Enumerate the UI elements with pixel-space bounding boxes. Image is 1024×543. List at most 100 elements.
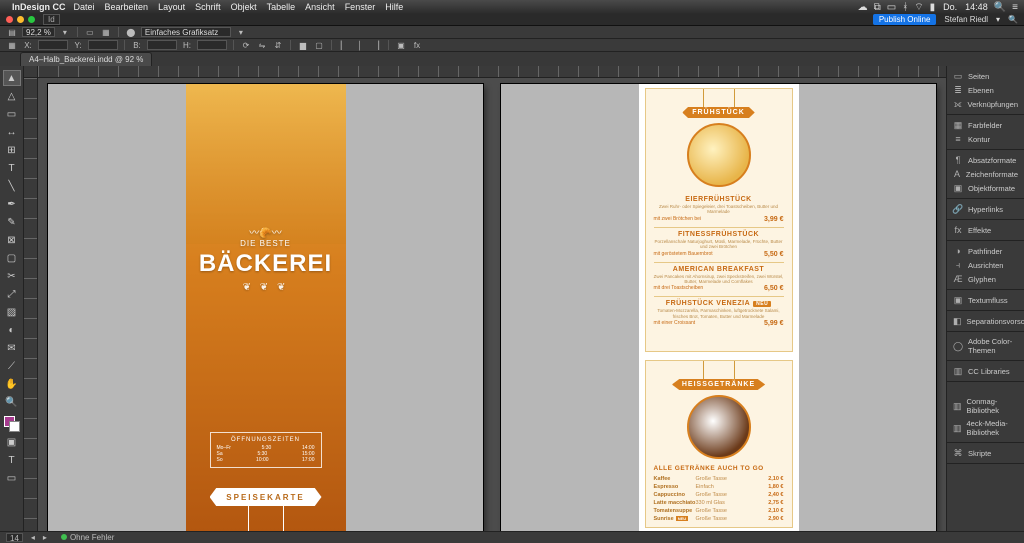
- scissors-tool[interactable]: ✂: [3, 268, 21, 284]
- arrange-icon[interactable]: ▦: [100, 27, 112, 37]
- panel-verknuepfungen[interactable]: ⟗Verknüpfungen: [947, 97, 1024, 111]
- document-tab[interactable]: A4–Halb_Backerei.indd @ 92 %: [20, 52, 152, 66]
- spotlight-icon[interactable]: 🔍: [994, 2, 1006, 13]
- direct-selection-tool[interactable]: △: [3, 88, 21, 104]
- pen-tool[interactable]: ✒: [3, 196, 21, 212]
- menubar-time[interactable]: 14:48: [965, 2, 988, 12]
- w-field[interactable]: [147, 40, 177, 50]
- chevron-down-icon[interactable]: ▾: [235, 27, 247, 37]
- page-tool[interactable]: ▭: [3, 106, 21, 122]
- panel-kontur[interactable]: ≡Kontur: [947, 132, 1024, 146]
- rectangle-frame-tool[interactable]: ⊠: [3, 232, 21, 248]
- content-collector-tool[interactable]: ⊞: [3, 142, 21, 158]
- menu-objekt[interactable]: Objekt: [231, 2, 257, 12]
- selection-tool[interactable]: ▲: [3, 70, 21, 86]
- publish-online-button[interactable]: Publish Online: [873, 14, 937, 25]
- panel-glyphen[interactable]: ÆGlyphen: [947, 272, 1024, 286]
- minimize-icon[interactable]: [17, 16, 24, 23]
- panel-cc-libraries[interactable]: ▥CC Libraries: [947, 364, 1024, 378]
- eyedropper-tool[interactable]: ⟋: [3, 358, 21, 374]
- menubar-day[interactable]: Do.: [943, 2, 957, 12]
- screen-mode-tool[interactable]: ▭: [3, 470, 21, 486]
- display-icon[interactable]: ▭: [887, 2, 896, 13]
- panel-hyperlinks[interactable]: 🔗Hyperlinks: [947, 202, 1024, 216]
- panel-ausrichten[interactable]: ⫞Ausrichten: [947, 258, 1024, 272]
- fill-stroke-swatch[interactable]: [4, 416, 20, 432]
- panel-ebenen[interactable]: ≣Ebenen: [947, 83, 1024, 97]
- app-name[interactable]: InDesign CC: [12, 2, 66, 12]
- help-icon[interactable]: ▾: [996, 15, 1000, 24]
- zoom-icon[interactable]: [28, 16, 35, 23]
- effects-icon[interactable]: fx: [411, 40, 423, 50]
- user-name[interactable]: Stefan Riedl: [944, 15, 988, 24]
- search-icon[interactable]: 🔍: [1008, 15, 1018, 24]
- stroke-icon[interactable]: ▢: [313, 40, 325, 50]
- chevron-down-icon[interactable]: ▾: [59, 27, 71, 37]
- battery-icon[interactable]: ▮: [930, 2, 936, 13]
- y-field[interactable]: [88, 40, 118, 50]
- menu-hilfe[interactable]: Hilfe: [385, 2, 403, 12]
- dropbox-icon[interactable]: ⧉: [874, 2, 881, 13]
- fill-icon[interactable]: ▆: [297, 40, 309, 50]
- menu-fenster[interactable]: Fenster: [345, 2, 376, 12]
- textwrap-icon[interactable]: ▣: [395, 40, 407, 50]
- preflight-icon[interactable]: ⬤: [125, 27, 137, 37]
- window-traffic-lights[interactable]: [6, 16, 35, 23]
- spread-1[interactable]: 〰🥐〰 DIE BESTE BÄCKEREI ❦ ❦ ❦ ÖFFNUNGSZEI…: [48, 84, 483, 531]
- zoom-tool[interactable]: 🔍: [3, 394, 21, 410]
- flip-v-icon[interactable]: ⇵: [272, 40, 284, 50]
- flip-h-icon[interactable]: ⇋: [256, 40, 268, 50]
- gap-tool[interactable]: ↔: [3, 124, 21, 140]
- align-c-icon[interactable]: │: [354, 40, 366, 50]
- gradient-feather-tool[interactable]: ◐: [3, 322, 21, 338]
- format-container-icon[interactable]: ▣: [3, 434, 21, 450]
- panel-separationsvorschau[interactable]: ◧Separationsvorschau: [947, 314, 1024, 328]
- free-transform-tool[interactable]: ⤢: [3, 286, 21, 302]
- menu-datei[interactable]: Datei: [74, 2, 95, 12]
- panel-seiten[interactable]: ▭Seiten: [947, 69, 1024, 83]
- panel-textumfluss[interactable]: ▣Textumfluss: [947, 293, 1024, 307]
- menu-bearbeiten[interactable]: Bearbeiten: [105, 2, 149, 12]
- panel-absatzformate[interactable]: ¶Absatzformate: [947, 153, 1024, 167]
- menu-schrift[interactable]: Schrift: [195, 2, 221, 12]
- pencil-tool[interactable]: ✎: [3, 214, 21, 230]
- cloud-icon[interactable]: ☁: [858, 2, 868, 13]
- menu-tabelle[interactable]: Tabelle: [267, 2, 296, 12]
- note-tool[interactable]: ✉: [3, 340, 21, 356]
- panel-farbfelder[interactable]: ▦Farbfelder: [947, 118, 1024, 132]
- format-text-icon[interactable]: T: [3, 452, 21, 468]
- rotate-icon[interactable]: ⟳: [240, 40, 252, 50]
- panel-conmag-bib[interactable]: ▥Conmag-Bibliothek: [947, 395, 1024, 417]
- hand-tool[interactable]: ✋: [3, 376, 21, 392]
- x-field[interactable]: [38, 40, 68, 50]
- bluetooth-icon[interactable]: ᚼ: [902, 2, 908, 13]
- panel-effekte[interactable]: fxEffekte: [947, 223, 1024, 237]
- view-icon[interactable]: ▤: [6, 27, 18, 37]
- panel-pathfinder[interactable]: ◑Pathfinder: [947, 244, 1024, 258]
- page-nav-prev[interactable]: ◂: [31, 533, 35, 542]
- align-r-icon[interactable]: ▕: [370, 40, 382, 50]
- gradient-swatch-tool[interactable]: ▨: [3, 304, 21, 320]
- page-nav-field[interactable]: 14: [6, 533, 23, 542]
- h-field[interactable]: [197, 40, 227, 50]
- panel-color-themen[interactable]: ◯Adobe Color-Themen: [947, 335, 1024, 357]
- ruler-horizontal[interactable]: [38, 66, 946, 78]
- screen-mode-icon[interactable]: ▭: [84, 27, 96, 37]
- preflight-status[interactable]: Ohne Fehler: [70, 533, 114, 542]
- close-icon[interactable]: [6, 16, 13, 23]
- page-2[interactable]: FRÜHSTÜCK EIERFRÜHSTÜCK Zwei Ruhr- oder …: [639, 84, 799, 531]
- page-nav-next[interactable]: ▸: [43, 533, 47, 542]
- cc-field[interactable]: Einfaches Grafiksatz: [141, 27, 231, 37]
- panel-objektformate[interactable]: ▣Objektformate: [947, 181, 1024, 195]
- selection-ref-icon[interactable]: ▦: [6, 40, 18, 50]
- panel-zeichenformate[interactable]: AZeichenformate: [947, 167, 1024, 181]
- canvas[interactable]: 〰🥐〰 DIE BESTE BÄCKEREI ❦ ❦ ❦ ÖFFNUNGSZEI…: [24, 66, 946, 531]
- notifications-icon[interactable]: ≡: [1012, 2, 1018, 13]
- wifi-icon[interactable]: ⌔: [914, 1, 923, 14]
- align-l-icon[interactable]: ▏: [338, 40, 350, 50]
- rectangle-tool[interactable]: ▢: [3, 250, 21, 266]
- ruler-vertical[interactable]: [24, 78, 38, 531]
- spread-2[interactable]: FRÜHSTÜCK EIERFRÜHSTÜCK Zwei Ruhr- oder …: [501, 84, 936, 531]
- type-tool[interactable]: T: [3, 160, 21, 176]
- menu-ansicht[interactable]: Ansicht: [305, 2, 335, 12]
